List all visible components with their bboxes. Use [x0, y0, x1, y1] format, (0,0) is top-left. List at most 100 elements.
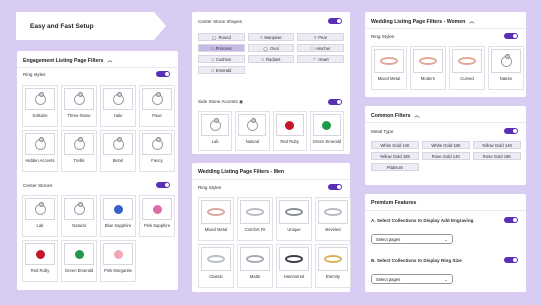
chip-label: White Gold 14K: [380, 142, 410, 148]
shapes-toggle[interactable]: [328, 18, 342, 24]
cushion-icon: □: [211, 56, 214, 62]
men-style-classic[interactable]: Classic: [198, 244, 234, 288]
men-styles-toggle[interactable]: [328, 184, 342, 190]
ring-style-trellis[interactable]: Trellis: [61, 130, 97, 172]
metal-type-toggle[interactable]: [504, 128, 518, 134]
ring-style-bezel[interactable]: Bezel: [100, 130, 136, 172]
card-label: Fancy: [151, 158, 163, 163]
divider: [17, 67, 178, 68]
chevron-up-icon[interactable]: ︿: [469, 18, 474, 25]
side-stone-natural[interactable]: Natural: [235, 111, 270, 151]
premium-header: Premium Features: [371, 200, 416, 206]
ring-icon: [64, 133, 94, 155]
men-panel: Wedding Listing Page Filters - Men Ring …: [192, 163, 351, 292]
ring-style-solitaire[interactable]: Solitaire: [22, 85, 58, 127]
shape-round[interactable]: ◯ Round: [198, 33, 245, 41]
ring-style-three-stone[interactable]: Three-Stone: [61, 85, 97, 127]
engagement-header-title: Engagement Listing Page Filters: [23, 57, 104, 64]
men-style-beveled[interactable]: Beveled: [315, 197, 351, 241]
ring-icon: [25, 133, 55, 155]
ring-icon: [25, 88, 55, 110]
shape-radiant[interactable]: □ Radiant: [247, 55, 295, 63]
gem-icon: [312, 114, 341, 136]
women-styles-toggle[interactable]: [504, 33, 518, 39]
shape-pear[interactable]: ◊ Pear: [297, 33, 344, 41]
stone-natural[interactable]: Natural: [61, 195, 97, 237]
side-stone-toggle[interactable]: [328, 99, 342, 105]
shapes-panel: Center Stone Shapes ◯ Round ◊ Marquise ◊ Pe…: [192, 12, 350, 154]
shape-marquise[interactable]: ◊ Marquise: [247, 33, 295, 41]
side-stone-green-emerald[interactable]: Green Emerald: [309, 111, 344, 151]
card-label: Matte: [249, 274, 261, 279]
card-label: Pave: [152, 113, 162, 118]
women-styles-label: Ring Styles: [371, 33, 395, 39]
metal-white-gold-14k[interactable]: White Gold 14K: [371, 141, 419, 149]
stone-red-ruby[interactable]: Red Ruby: [22, 240, 58, 282]
metal-white-gold-18k[interactable]: White Gold 18K: [422, 141, 470, 149]
engagement-header[interactable]: Engagement Listing Page Filters ︿: [23, 57, 112, 65]
chevron-up-icon[interactable]: ︿: [415, 112, 420, 119]
card-label: Lab: [36, 223, 44, 228]
chevron-down-icon: ⌄: [444, 236, 448, 242]
shape-oval[interactable]: ◯ Oval: [247, 44, 295, 52]
ring-style-pave[interactable]: Pave: [139, 85, 175, 127]
shape-heart[interactable]: ♡ Heart: [297, 55, 344, 63]
card-label: Red Ruby: [30, 268, 50, 273]
card-label: Hidden Accents: [25, 158, 55, 163]
eye-icon[interactable]: ◉: [239, 99, 243, 104]
side-stone-red-ruby[interactable]: Red Ruby: [272, 111, 307, 151]
band-icon: [279, 200, 309, 224]
metal-yellow-gold-18k[interactable]: Yellow Gold 18K: [371, 152, 419, 160]
ring-style-fancy[interactable]: Fancy: [139, 130, 175, 172]
engraving-row: A. Select Collections to Display Add Eng…: [371, 217, 518, 223]
stone-green-emerald[interactable]: Green Emerald: [61, 240, 97, 282]
men-style-comfort-fit[interactable]: Comfort Fit: [237, 197, 273, 241]
stone-lab[interactable]: Lab: [22, 195, 58, 237]
shape-cushion[interactable]: □ Cushion: [198, 55, 245, 63]
stone-blue-sapphire[interactable]: Blue Sapphire: [100, 195, 136, 237]
men-style-unique[interactable]: Unique: [276, 197, 312, 241]
ring-icon: [64, 198, 94, 220]
women-style-nature[interactable]: Nature: [488, 46, 524, 90]
chevron-up-icon[interactable]: ︿: [107, 57, 112, 64]
ring-size-select[interactable]: Select pages ⌄: [371, 274, 453, 284]
women-style-curved[interactable]: Curved: [449, 46, 485, 90]
metal-platinum[interactable]: Platinum: [371, 163, 419, 171]
shape-princess[interactable]: □ Princess: [198, 44, 245, 52]
card-label: Lab: [211, 139, 219, 144]
card-label: Natural: [245, 139, 260, 144]
women-style-mixed-metal[interactable]: Mixed Metal: [371, 46, 407, 90]
women-style-modern[interactable]: Modern: [410, 46, 446, 90]
common-header[interactable]: Common Filters ︿: [371, 112, 420, 120]
gem-icon: [64, 243, 94, 265]
women-header[interactable]: Wedding Listing Page Filters - Women ︿: [371, 18, 474, 26]
ring-size-toggle[interactable]: [504, 257, 518, 263]
shape-asscher[interactable]: □ Asscher: [297, 44, 344, 52]
ring-style-hidden-accents[interactable]: Hidden Accents: [22, 130, 58, 172]
center-stones-toggle[interactable]: [156, 182, 170, 188]
band-icon: [318, 200, 348, 224]
men-style-matte[interactable]: Matte: [237, 244, 273, 288]
men-style-eternity[interactable]: Eternity: [315, 244, 351, 288]
card-label: Curved: [460, 76, 474, 81]
men-style-mixed-metal[interactable]: Mixed Metal: [198, 197, 234, 241]
men-style-hammered[interactable]: Hammered: [276, 244, 312, 288]
metal-yellow-gold-14k[interactable]: Yellow Gold 14K: [473, 141, 521, 149]
metal-rose-gold-14k[interactable]: Rose Gold 14K: [422, 152, 470, 160]
ring-styles-toggle[interactable]: [156, 71, 170, 77]
shape-emerald[interactable]: □ Emerald: [198, 66, 245, 74]
ring-style-halo[interactable]: Halo: [100, 85, 136, 127]
common-panel: Common Filters ︿ Metal Type White Gold 1…: [365, 106, 526, 185]
side-stone-lab[interactable]: Lab: [198, 111, 233, 151]
men-header[interactable]: Wedding Listing Page Filters - Men: [198, 169, 284, 175]
stone-pink-sapphire[interactable]: Pink Sapphire: [139, 195, 175, 237]
card-label: Green Emerald: [312, 139, 342, 144]
metal-rose-gold-18k[interactable]: Rose Gold 18K: [473, 152, 521, 160]
engraving-select[interactable]: Select pages ⌄: [371, 234, 453, 244]
engraving-toggle[interactable]: [504, 217, 518, 223]
chip-label: Oval: [270, 45, 279, 51]
stone-pink-morganite[interactable]: Pink Morganite: [100, 240, 136, 282]
card-label: Beveled: [325, 227, 341, 232]
princess-icon: □: [211, 45, 214, 51]
card-label: Pink Morganite: [104, 268, 132, 273]
